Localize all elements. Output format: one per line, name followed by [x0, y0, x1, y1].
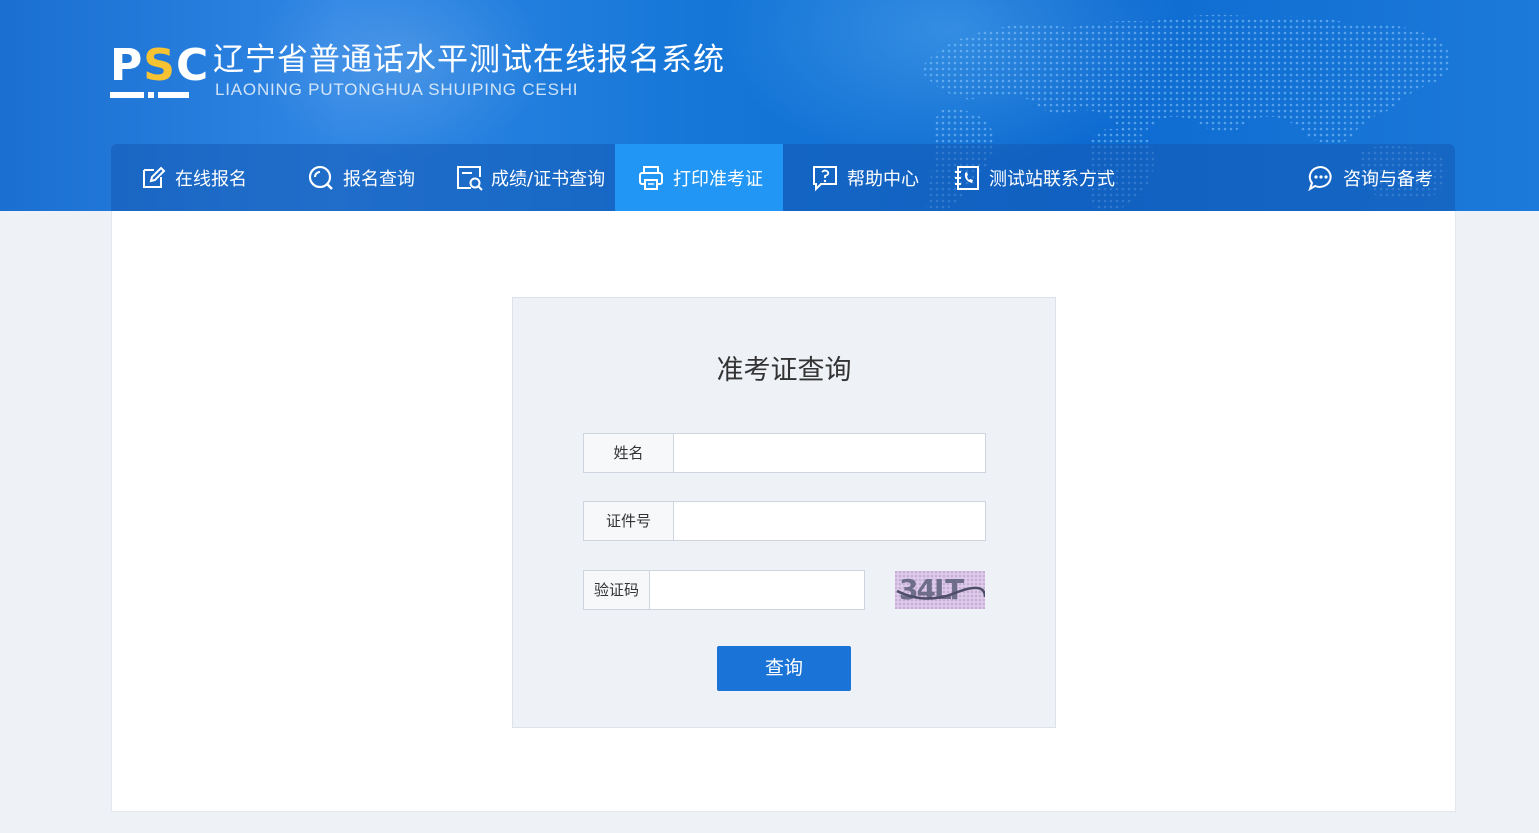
- nav-label: 报名查询: [343, 168, 415, 190]
- nav-label: 测试站联系方式: [989, 168, 1115, 190]
- nav-label: 成绩/证书查询: [491, 168, 606, 190]
- nav-label: 在线报名: [175, 168, 247, 190]
- nav-item-help-center[interactable]: 帮助中心: [811, 144, 919, 211]
- nav-item-consultation-preparation[interactable]: 咨询与备考: [1307, 144, 1433, 211]
- captcha-input[interactable]: [650, 571, 864, 609]
- search-icon: [307, 164, 335, 192]
- nav-item-online-registration[interactable]: 在线报名: [139, 144, 247, 211]
- help-icon: [811, 164, 839, 192]
- nav-label: 咨询与备考: [1343, 168, 1433, 190]
- captcha-field-group: 验证码: [583, 570, 865, 610]
- document-search-icon: [455, 164, 483, 192]
- main-nav: 在线报名 报名查询 成绩/证书查询 打印准考证 帮助中心 测试站联系方式 咨询与…: [111, 144, 1455, 211]
- nav-item-print-admission-ticket[interactable]: 打印准考证: [615, 144, 783, 211]
- edit-icon: [139, 164, 167, 192]
- name-label: 姓名: [584, 434, 674, 472]
- captcha-text: 34LT: [899, 573, 964, 606]
- printer-icon: [637, 164, 665, 192]
- admission-ticket-query-panel: 准考证查询 姓名 证件号 验证码 34LT 查询: [512, 297, 1056, 728]
- captcha-image[interactable]: 34LT: [895, 571, 985, 609]
- id-number-input[interactable]: [674, 502, 985, 540]
- site-title: 辽宁省普通话水平测试在线报名系统: [213, 42, 725, 78]
- psc-logo: PSC: [110, 42, 208, 102]
- nav-item-registration-query[interactable]: 报名查询: [307, 144, 415, 211]
- nav-label: 帮助中心: [847, 168, 919, 190]
- id-number-field-group: 证件号: [583, 501, 986, 541]
- nav-item-test-station-contacts[interactable]: 测试站联系方式: [953, 144, 1115, 211]
- name-input[interactable]: [674, 434, 985, 472]
- nav-item-score-certificate-query[interactable]: 成绩/证书查询: [455, 144, 605, 211]
- phone-book-icon: [953, 164, 981, 192]
- query-button[interactable]: 查询: [717, 646, 851, 691]
- name-field-group: 姓名: [583, 433, 986, 473]
- captcha-label: 验证码: [584, 571, 650, 609]
- id-number-label: 证件号: [584, 502, 674, 540]
- chat-icon: [1307, 164, 1335, 192]
- main-content: 准考证查询 姓名 证件号 验证码 34LT 查询: [111, 211, 1456, 812]
- site-subtitle: LIAONING PUTONGHUA SHUIPING CESHI: [215, 80, 579, 99]
- site-header: PSC 辽宁省普通话水平测试在线报名系统 LIAONING PUTONGHUA …: [0, 0, 1539, 211]
- panel-title: 准考证查询: [716, 355, 852, 386]
- nav-label: 打印准考证: [673, 168, 763, 190]
